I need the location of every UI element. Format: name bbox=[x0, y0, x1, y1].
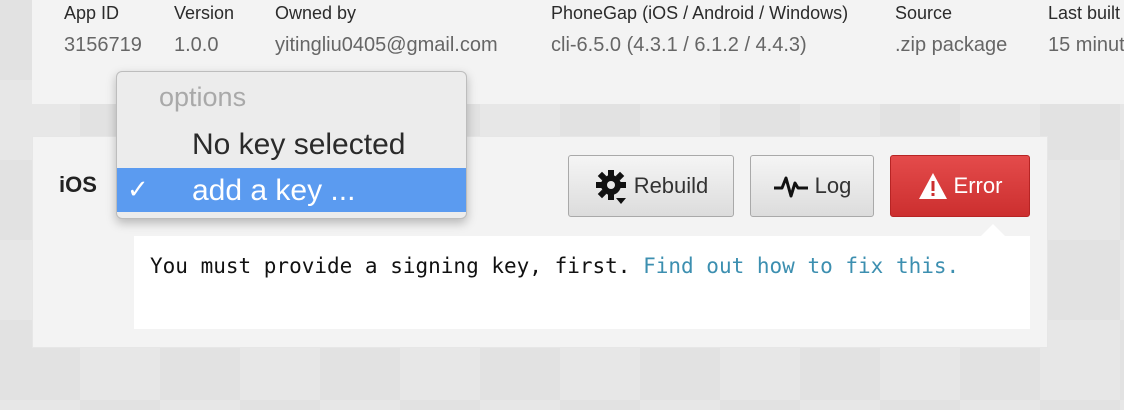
dropdown-header: options bbox=[159, 82, 247, 112]
rebuild-button[interactable]: Rebuild bbox=[568, 155, 734, 217]
platform-name: iOS bbox=[59, 172, 97, 197]
version-label: Version bbox=[174, 3, 235, 23]
dropdown-option-add-key[interactable]: ✓ add a key ... bbox=[117, 168, 466, 212]
option-label: No key selected bbox=[192, 128, 406, 161]
phonegap-value: cli-6.5.0 (4.3.1 / 6.1.2 / 4.4.3) bbox=[551, 34, 807, 56]
app-id-label: App ID bbox=[64, 3, 120, 23]
checkmark-icon: ✓ bbox=[127, 174, 149, 204]
last-built-value: 15 minut bbox=[1048, 34, 1124, 56]
error-message-box: You must provide a signing key, first. F… bbox=[134, 236, 1030, 329]
error-message-text: You must provide a signing key, first. bbox=[150, 254, 631, 278]
gear-refresh-icon bbox=[594, 168, 628, 204]
log-label: Log bbox=[814, 173, 852, 198]
phonegap-label: PhoneGap (iOS / Android / Windows) bbox=[551, 3, 849, 23]
owner-label: Owned by bbox=[275, 3, 357, 23]
version-value: 1.0.0 bbox=[174, 34, 219, 56]
last-built-label: Last built bbox=[1048, 3, 1121, 23]
source-value: .zip package bbox=[895, 34, 1008, 56]
dropdown-option-no-key[interactable]: No key selected bbox=[117, 122, 466, 166]
owner-value: yitingliu0405@gmail.com bbox=[275, 34, 498, 56]
message-pointer bbox=[981, 224, 1005, 236]
app-id-value: 3156719 bbox=[64, 34, 142, 56]
option-label: add a key ... bbox=[192, 174, 356, 207]
error-button[interactable]: Error bbox=[890, 155, 1030, 217]
source-label: Source bbox=[895, 3, 953, 23]
pulse-icon bbox=[773, 174, 809, 198]
error-label: Error bbox=[953, 173, 1003, 198]
log-button[interactable]: Log bbox=[750, 155, 874, 217]
fix-help-link[interactable]: Find out how to fix this. bbox=[643, 254, 959, 278]
rebuild-label: Rebuild bbox=[633, 173, 709, 198]
warning-triangle-icon bbox=[918, 172, 948, 200]
signing-key-dropdown[interactable]: options No key selected ✓ add a key ... bbox=[116, 71, 467, 219]
